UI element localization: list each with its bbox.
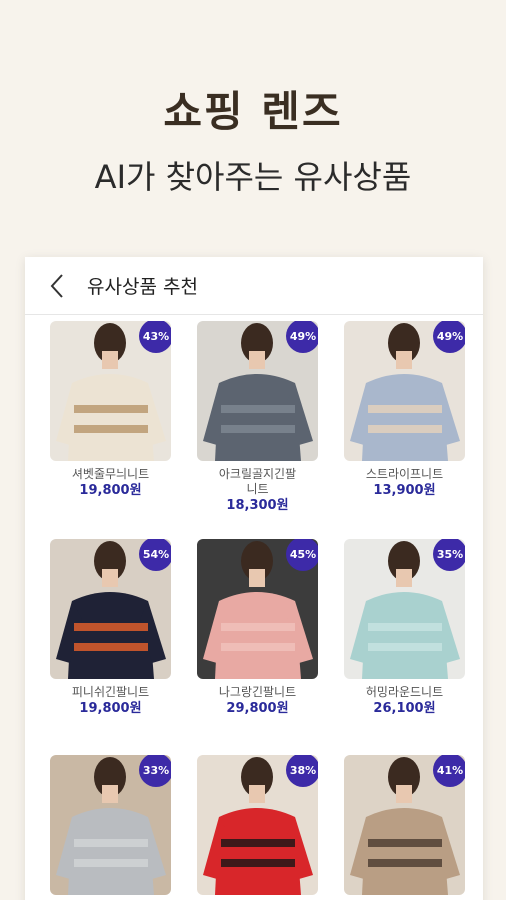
- product-item[interactable]: 49% 스트라이프니트 13,900원: [344, 321, 465, 499]
- product-name: 나그랑긴팔니트: [218, 685, 297, 699]
- product-price: 19,800원: [79, 483, 142, 498]
- product-price: 29,800원: [226, 701, 289, 716]
- product-item[interactable]: 35% 허밍라운드니트 26,100원: [344, 539, 465, 717]
- discount-badge: 35%: [433, 539, 465, 571]
- discount-badge: 43%: [139, 321, 171, 353]
- product-image[interactable]: 54%: [50, 539, 171, 679]
- product-name: 아크릴골지긴팔 니트: [218, 467, 297, 496]
- header-title: 유사상품 추천: [87, 276, 198, 298]
- discount-badge: 49%: [286, 321, 318, 353]
- product-item[interactable]: 33%: [50, 755, 171, 895]
- hero-title: 쇼핑 렌즈: [163, 87, 343, 136]
- product-name: 피니쉬긴팔니트: [71, 685, 150, 699]
- product-price: 19,800원: [79, 701, 142, 716]
- product-price: 18,300원: [226, 498, 289, 513]
- discount-badge: 33%: [139, 755, 171, 787]
- discount-badge: 49%: [433, 321, 465, 353]
- product-name: 셔벳줄무늬니트: [71, 467, 150, 481]
- product-image[interactable]: 49%: [197, 321, 318, 461]
- discount-badge: 54%: [139, 539, 171, 571]
- similar-products-card: 유사상품 추천 43% 셔벳줄무늬니트 19,800원 49% 아크릴골지긴팔 니트 18…: [25, 257, 483, 900]
- product-price: 26,100원: [373, 701, 436, 716]
- product-item[interactable]: 49% 아크릴골지긴팔 니트 18,300원: [197, 321, 318, 514]
- discount-badge: 41%: [433, 755, 465, 787]
- product-image[interactable]: 43%: [50, 321, 171, 461]
- product-item[interactable]: 43% 셔벳줄무늬니트 19,800원: [50, 321, 171, 499]
- product-image[interactable]: 41%: [344, 755, 465, 895]
- product-image[interactable]: 49%: [344, 321, 465, 461]
- product-name: 스트라이프니트: [365, 467, 444, 481]
- card-header: 유사상품 추천: [25, 257, 483, 315]
- product-image[interactable]: 35%: [344, 539, 465, 679]
- product-name: 허밍라운드니트: [365, 685, 444, 699]
- product-item[interactable]: 41%: [344, 755, 465, 895]
- discount-badge: 38%: [286, 755, 318, 787]
- product-image[interactable]: 38%: [197, 755, 318, 895]
- product-item[interactable]: 45% 나그랑긴팔니트 29,800원: [197, 539, 318, 717]
- discount-badge: 45%: [286, 539, 318, 571]
- product-image[interactable]: 45%: [197, 539, 318, 679]
- product-item[interactable]: 38%: [197, 755, 318, 895]
- product-item[interactable]: 54% 피니쉬긴팔니트 19,800원: [50, 539, 171, 717]
- chevron-left-icon[interactable]: [49, 272, 71, 300]
- hero-subtitle: AI가 찾아주는 유사상품: [94, 158, 412, 196]
- product-image[interactable]: 33%: [50, 755, 171, 895]
- product-price: 13,900원: [373, 483, 436, 498]
